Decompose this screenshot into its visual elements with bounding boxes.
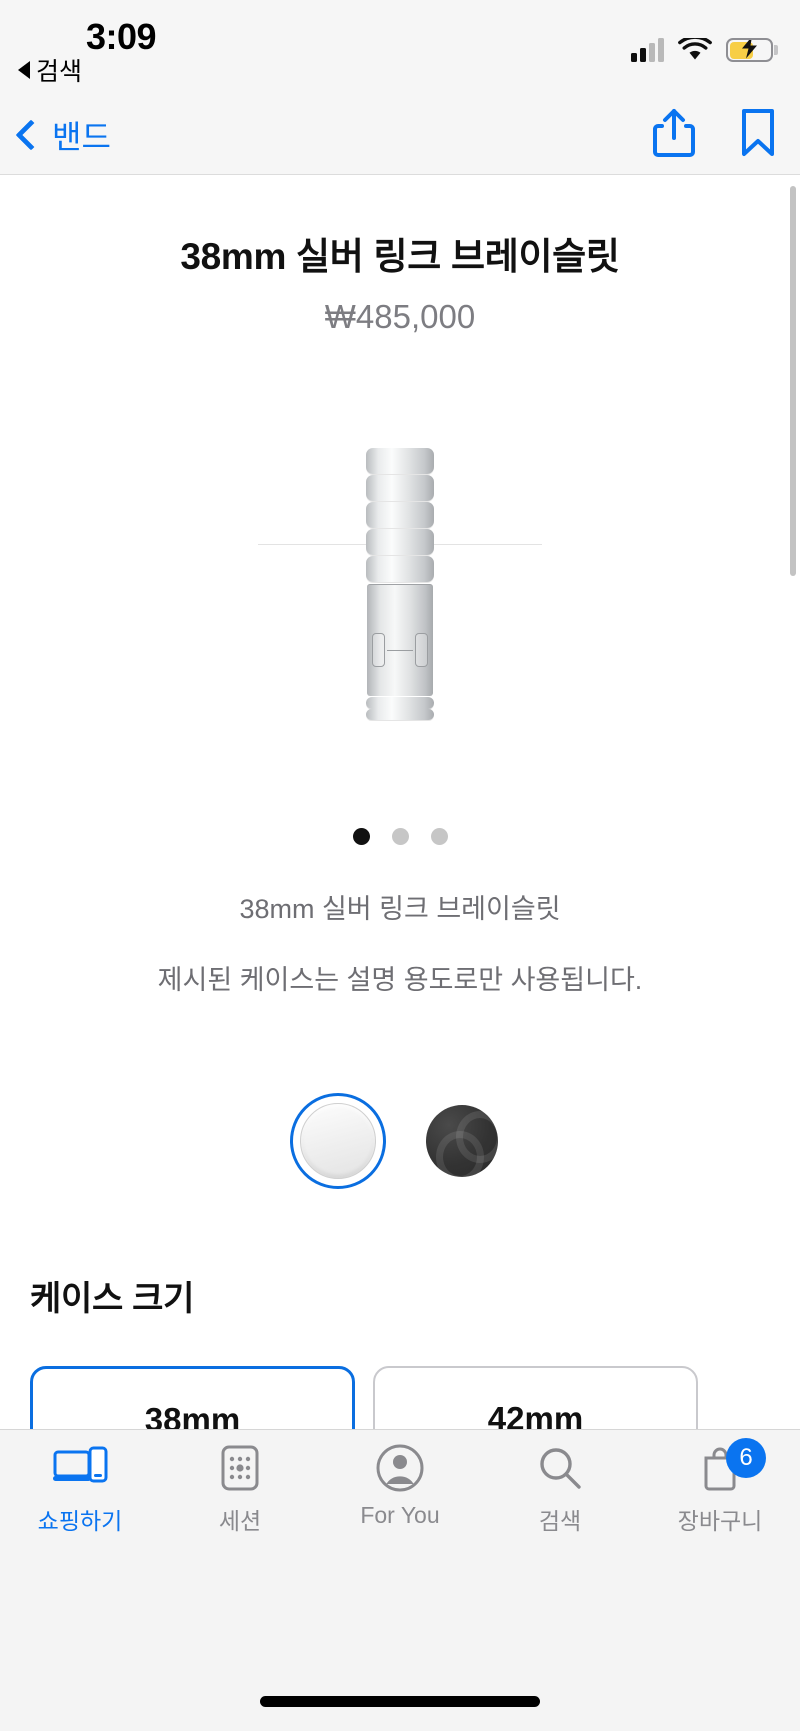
tab-search[interactable]: 검색	[480, 1442, 640, 1548]
tab-label: For You	[360, 1502, 440, 1528]
gallery-caption-secondary: 제시된 케이스는 설명 용도로만 사용됩니다.	[157, 965, 643, 995]
bookmark-icon[interactable]	[738, 107, 778, 164]
tab-sessions[interactable]: 세션	[160, 1442, 320, 1548]
case-size-title: 42mm	[487, 1400, 584, 1429]
case-size-title: 38mm	[144, 1401, 241, 1429]
back-triangle-icon	[18, 61, 30, 79]
person-circle-icon	[375, 1442, 425, 1494]
back-to-app-indicator[interactable]: 검색	[18, 52, 82, 88]
page-dot-2[interactable]	[391, 828, 409, 845]
navigation-bar: 밴드	[0, 95, 800, 175]
case-size-option-38mm[interactable]: 38mm 40mm 및 41mm와도 사용할 수 있습니다.	[30, 1366, 355, 1429]
gallery-caption-primary: 38mm 실버 링크 브레이슬릿	[239, 894, 561, 924]
chevron-left-icon	[15, 119, 47, 151]
home-indicator	[260, 1696, 540, 1707]
back-to-app-label: 검색	[36, 58, 83, 86]
nav-back-label: 밴드	[52, 119, 111, 155]
tab-label: 쇼핑하기	[37, 1508, 123, 1534]
gallery-page-dots[interactable]	[0, 828, 800, 845]
tab-for-you[interactable]: For You	[320, 1442, 480, 1548]
devices-icon	[52, 1442, 108, 1494]
bag-badge-count: 6	[726, 1438, 766, 1478]
tab-label: 세션	[218, 1508, 262, 1534]
tab-shop[interactable]: 쇼핑하기	[0, 1442, 160, 1548]
cellular-bars-icon	[631, 38, 664, 62]
tab-bag[interactable]: 6 장바구니	[640, 1438, 800, 1548]
status-indicators	[631, 28, 778, 62]
wifi-icon	[678, 35, 712, 62]
tab-label: 검색	[538, 1508, 582, 1534]
color-swatch-silver[interactable]	[290, 1093, 386, 1189]
page-dot-1[interactable]	[352, 828, 370, 845]
page-dot-3[interactable]	[430, 828, 448, 845]
product-image-gallery[interactable]	[0, 448, 800, 808]
product-price: ₩485,000	[324, 298, 476, 335]
app-screen: 검색 3:09 밴드 38mm 실버 링크 브레이슬릿 ₩485,000 38m…	[0, 0, 800, 1731]
case-size-option-42mm[interactable]: 42mm 44mm 및 45mm와도 사용할 수 있습니다.	[373, 1366, 698, 1429]
battery-charging-icon	[726, 38, 778, 62]
status-time: 3:09	[86, 16, 157, 57]
status-bar: 검색 3:09	[0, 0, 800, 95]
case-size-heading: 케이스 크기	[30, 1280, 195, 1318]
share-icon[interactable]	[652, 107, 696, 164]
product-image-link-bracelet	[366, 448, 434, 720]
search-icon	[536, 1442, 584, 1494]
product-title: 38mm 실버 링크 브레이슬릿	[180, 236, 620, 277]
vertical-scrollbar[interactable]	[790, 186, 796, 576]
product-scroll-content[interactable]: 38mm 실버 링크 브레이슬릿 ₩485,000 38mm 실버 링크 브레이…	[0, 176, 800, 1429]
nav-back-button[interactable]: 밴드	[15, 95, 111, 175]
swatch-silver-circle	[300, 1103, 376, 1179]
nav-actions	[652, 95, 778, 175]
color-swatch-group	[0, 1093, 800, 1189]
case-size-options: 38mm 40mm 및 41mm와도 사용할 수 있습니다. 42mm 44mm…	[30, 1366, 800, 1429]
tab-label: 장바구니	[677, 1508, 763, 1534]
tab-bar: 쇼핑하기 세션 For You 검색 6 장바구니	[0, 1429, 800, 1731]
color-swatch-space-black[interactable]	[414, 1093, 510, 1189]
sessions-grid-icon	[218, 1442, 262, 1494]
swatch-space-black-circle	[426, 1105, 498, 1177]
